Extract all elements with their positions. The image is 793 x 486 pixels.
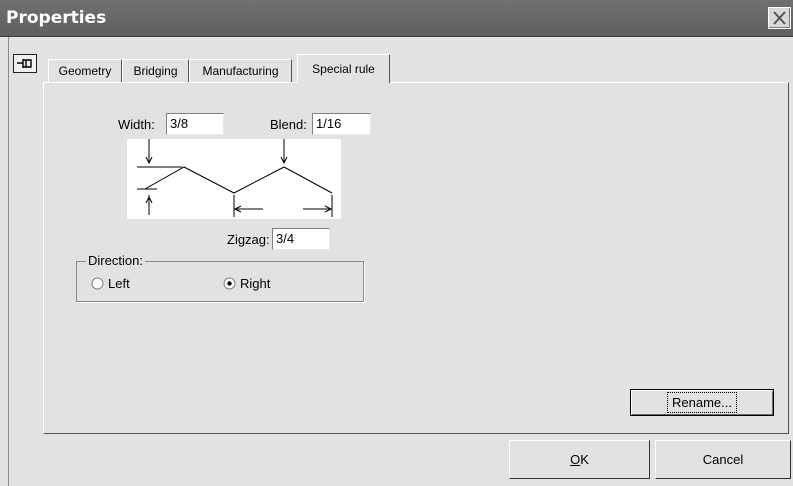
ok-button-label: OK	[570, 452, 589, 467]
frame-edge	[8, 37, 9, 486]
close-button[interactable]	[768, 7, 791, 29]
blend-field[interactable]: 1/16	[312, 113, 371, 135]
width-label: Width:	[118, 117, 155, 132]
tab-label: Geometry	[58, 64, 112, 78]
tab-bridging[interactable]: Bridging	[122, 59, 189, 82]
pin-button[interactable]	[13, 54, 37, 73]
radio-checked-icon[interactable]	[223, 277, 236, 290]
radio-right-label[interactable]: Right	[240, 276, 270, 291]
rename-button-label: Rename...	[667, 392, 737, 413]
cancel-button-label: Cancel	[702, 452, 744, 467]
zigzag-label: Zigzag:	[227, 232, 270, 247]
tab-label: Special rule	[312, 62, 375, 76]
tab-geometry[interactable]: Geometry	[48, 59, 122, 82]
tab-special-rule[interactable]: Special rule	[297, 54, 390, 83]
radio-unchecked-icon[interactable]	[91, 277, 104, 290]
window-title: Properties	[6, 8, 107, 28]
zigzag-diagram	[127, 139, 341, 219]
blend-label: Blend:	[270, 117, 307, 132]
tab-manufacturing[interactable]: Manufacturing	[189, 59, 292, 82]
pin-icon	[17, 59, 32, 68]
radio-left-label[interactable]: Left	[108, 276, 130, 291]
cancel-button[interactable]: Cancel	[655, 440, 791, 479]
zigzag-field[interactable]: 3/4	[272, 228, 330, 250]
title-bar: Properties	[0, 0, 793, 37]
ok-button[interactable]: OK	[509, 440, 650, 479]
tab-label: Manufacturing	[202, 64, 279, 78]
close-icon	[773, 11, 786, 25]
direction-group-title: Direction:	[86, 253, 145, 268]
zigzag-diagram-graphic	[137, 139, 333, 217]
tab-panel	[43, 82, 789, 434]
tab-label: Bridging	[133, 64, 178, 78]
rename-button[interactable]: Rename...	[630, 389, 774, 416]
width-field[interactable]: 3/8	[166, 113, 224, 135]
